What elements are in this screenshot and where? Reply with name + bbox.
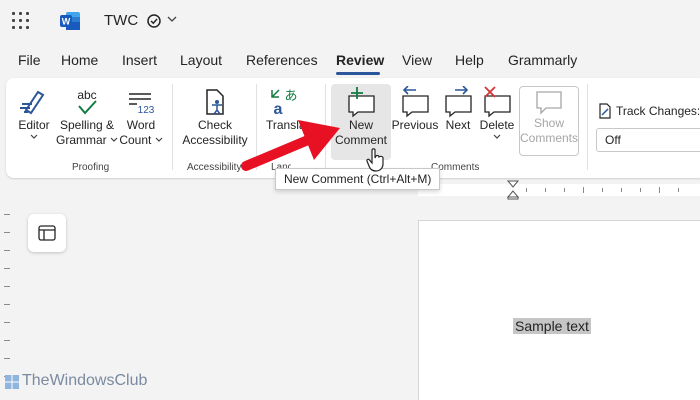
selected-sample-text[interactable]: Sample text (513, 318, 591, 334)
ribbon-tabs: File Home Insert Layout References Revie… (0, 44, 700, 76)
group-separator (587, 84, 588, 170)
next-comment-icon (445, 86, 472, 118)
tab-review[interactable]: Review (336, 52, 384, 68)
thewindowsclub-logo (5, 375, 19, 389)
tab-layout[interactable]: Layout (180, 52, 222, 68)
spelling-grammar-button[interactable]: abc Spelling & Grammar (56, 86, 118, 148)
navigation-pane-icon (38, 225, 56, 241)
svg-text:123: 123 (138, 105, 155, 116)
delete-comment-icon (484, 86, 511, 118)
svg-text:あ: あ (284, 89, 297, 104)
document-page[interactable] (418, 220, 700, 400)
word-logo-icon: W (60, 12, 80, 30)
indent-marker-icon[interactable] (507, 180, 519, 200)
new-comment-icon (348, 87, 375, 118)
ruler-strip (418, 184, 700, 196)
previous-comment-icon (402, 86, 429, 118)
group-label-proofing: Proofing (72, 162, 110, 173)
chevron-down-icon (30, 134, 38, 139)
tab-grammarly[interactable]: Grammarly (508, 52, 577, 68)
chevron-down-icon[interactable] (167, 14, 177, 24)
show-comments-icon (536, 91, 562, 115)
active-tab-indicator (336, 72, 380, 75)
watermark-text: TheWindowsClub (22, 372, 148, 389)
document-title[interactable]: TWC (104, 12, 138, 29)
group-label-accessibility: Accessibility (187, 162, 242, 173)
word-count-button[interactable]: 123 Word Count (118, 86, 164, 148)
svg-text:W: W (62, 17, 71, 27)
app-launcher-icon[interactable] (12, 12, 30, 30)
title-bar: W TWC (0, 0, 700, 44)
navigation-pane-button[interactable] (28, 214, 66, 252)
word-count-icon: 123 (129, 93, 155, 116)
chevron-down-icon (110, 137, 118, 142)
tab-file[interactable]: File (18, 52, 41, 68)
tab-references[interactable]: References (246, 52, 318, 68)
editor-button[interactable]: Editor (12, 86, 56, 141)
tab-insert[interactable]: Insert (122, 52, 157, 68)
ribbon: Editor abc Spelling & Grammar 123 Word C… (6, 78, 700, 178)
next-comment-button[interactable]: Next (440, 86, 476, 133)
hand-cursor-icon (366, 148, 384, 172)
track-changes-icon (599, 103, 611, 119)
editor-pen-icon (20, 90, 45, 115)
vertical-ruler (0, 200, 14, 400)
annotation-arrow-icon (241, 120, 340, 171)
previous-comment-button[interactable]: Previous (391, 86, 439, 133)
tab-home[interactable]: Home (61, 52, 98, 68)
group-separator (172, 84, 173, 170)
svg-text:abc: abc (77, 88, 96, 102)
spelling-check-icon: abc (77, 88, 97, 115)
track-changes-label: Track Changes: (616, 104, 700, 118)
chevron-down-icon (155, 137, 163, 142)
show-comments-button[interactable]: Show Comments (519, 88, 579, 146)
cloud-saved-icon (147, 14, 161, 28)
delete-comment-button[interactable]: Delete (477, 86, 517, 141)
tab-help[interactable]: Help (455, 52, 484, 68)
accessibility-icon (206, 89, 224, 115)
track-changes-dropdown[interactable]: Off (596, 128, 700, 152)
tab-view[interactable]: View (402, 52, 432, 68)
chevron-down-icon (493, 134, 501, 139)
